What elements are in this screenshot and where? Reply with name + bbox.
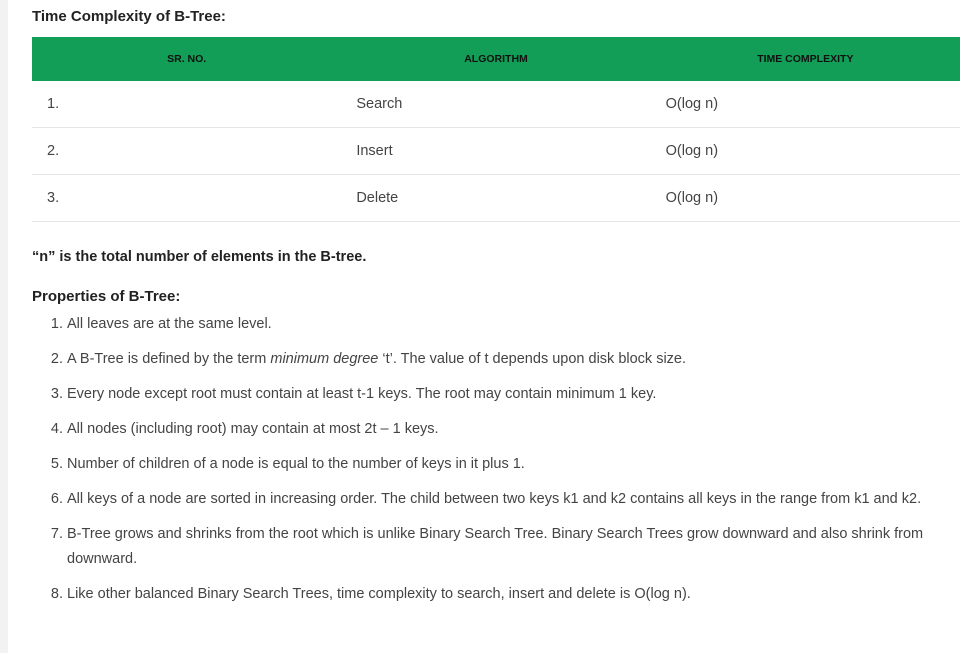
column-header: SR. NO. — [32, 37, 342, 81]
note-text: “n” is the total number of elements in t… — [32, 249, 367, 265]
table-row: 2. Insert O(log n) — [32, 127, 960, 175]
list-item: Like other balanced Binary Search Trees,… — [67, 582, 957, 607]
column-header: TIME COMPLEXITY — [650, 37, 960, 81]
table-cell: Search — [341, 81, 651, 128]
section-heading: Time Complexity of B-Tree: — [32, 8, 226, 25]
list-item: B-Tree grows and shrinks from the root w… — [67, 522, 957, 572]
list-item: All nodes (including root) may contain a… — [67, 417, 957, 442]
table-cell: O(log n) — [650, 174, 960, 222]
table-row: 3. Delete O(log n) — [32, 174, 960, 222]
table-cell: 2. — [32, 127, 342, 175]
text-part: A B-Tree is defined by the term — [67, 351, 271, 367]
table-cell: 3. — [32, 174, 342, 222]
list-item: A B-Tree is defined by the term minimum … — [67, 347, 957, 372]
table-row: 1. Search O(log n) — [32, 81, 960, 128]
table-cell: Delete — [341, 174, 651, 222]
section-heading: Properties of B-Tree: — [32, 288, 181, 305]
list-item: All leaves are at the same level. — [67, 312, 957, 337]
left-gutter — [0, 0, 8, 653]
list-item: All keys of a node are sorted in increas… — [67, 487, 957, 512]
list-item: Every node except root must contain at l… — [67, 382, 957, 407]
column-header: ALGORITHM — [341, 37, 651, 81]
table-cell: O(log n) — [650, 81, 960, 128]
table-cell: 1. — [32, 81, 342, 128]
table-cell: Insert — [341, 127, 651, 175]
table-cell: O(log n) — [650, 127, 960, 175]
emphasis: minimum degree — [270, 351, 379, 367]
text-part: ‘t’. The value of t depends upon disk bl… — [378, 351, 687, 367]
complexity-table: SR. NO. ALGORITHM TIME COMPLEXITY 1. Sear… — [32, 37, 960, 222]
properties-list: All leaves are at the same level. A B-Tr… — [32, 312, 957, 617]
list-item: Number of children of a node is equal to… — [67, 452, 957, 477]
